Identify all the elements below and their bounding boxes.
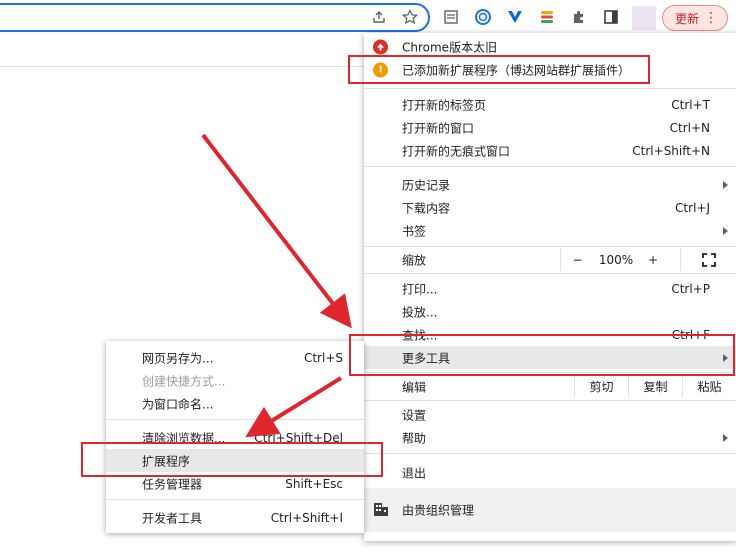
cut-button[interactable]: 剪切 bbox=[574, 375, 628, 398]
menu-divider bbox=[364, 453, 736, 454]
extensions-puzzle-icon[interactable] bbox=[568, 6, 590, 28]
menu-item-label: 退出 bbox=[402, 466, 427, 480]
paste-button[interactable]: 粘贴 bbox=[682, 375, 736, 398]
menu-item-downloads[interactable]: 下载内容 Ctrl+J bbox=[364, 196, 736, 219]
extension-circle-icon[interactable] bbox=[472, 6, 494, 28]
menu-divider bbox=[364, 400, 736, 401]
menu-item-managed[interactable]: 由贵组织管理 bbox=[364, 488, 736, 532]
profile-avatar[interactable] bbox=[632, 6, 656, 30]
annotation-arrow-more-tools bbox=[201, 133, 352, 329]
shortcut-label: Ctrl+T bbox=[671, 97, 710, 112]
submenu-divider bbox=[106, 499, 364, 500]
side-panel-icon[interactable] bbox=[600, 6, 622, 28]
submenu-arrow-icon bbox=[723, 180, 728, 189]
menu-item-print[interactable]: 打印... Ctrl+P bbox=[364, 277, 736, 300]
menu-item-label: 打开新的标签页 bbox=[402, 98, 487, 112]
more-tools-submenu: 网页另存为... Ctrl+S 创建快捷方式... 为窗口命名... 清除浏览数… bbox=[106, 341, 364, 533]
browser-toolbar: 更新 ⋮ bbox=[0, 0, 736, 36]
menu-item-label: 编辑 bbox=[402, 380, 427, 394]
zoom-in-label: + bbox=[647, 252, 659, 267]
paste-label: 粘贴 bbox=[697, 380, 722, 394]
copy-button[interactable]: 复制 bbox=[628, 375, 682, 398]
fullscreen-icon bbox=[701, 252, 716, 267]
menu-item-label: 由贵组织管理 bbox=[402, 503, 475, 518]
menu-item-edit: 编辑 剪切 复制 粘贴 bbox=[364, 375, 736, 398]
submenu-arrow-icon bbox=[723, 226, 728, 235]
menu-item-label: 下载内容 bbox=[402, 201, 451, 215]
menu-item-settings[interactable]: 设置 bbox=[364, 403, 736, 426]
reading-list-icon[interactable] bbox=[440, 6, 462, 28]
menu-item-label: Chrome版本太旧 bbox=[402, 40, 498, 54]
fullscreen-button[interactable] bbox=[680, 248, 736, 271]
submenu-item-label: 开发者工具 bbox=[142, 511, 203, 525]
menu-item-label: 帮助 bbox=[402, 431, 427, 445]
menu-item-label: 缩放 bbox=[402, 253, 427, 267]
share-icon[interactable] bbox=[368, 6, 390, 28]
submenu-item-create-shortcut: 创建快捷方式... bbox=[106, 369, 364, 392]
cut-label: 剪切 bbox=[589, 380, 614, 394]
zoom-in-button[interactable]: + bbox=[638, 248, 668, 271]
menu-item-new-tab[interactable]: 打开新的标签页 Ctrl+T bbox=[364, 93, 736, 116]
menu-item-label: 投放... bbox=[402, 305, 438, 319]
menu-item-exit[interactable]: 退出 bbox=[364, 461, 736, 484]
annotation-box-more-tools bbox=[349, 334, 735, 376]
building-icon bbox=[374, 503, 388, 516]
submenu-item-label: 为窗口命名... bbox=[142, 397, 214, 411]
menu-divider bbox=[364, 273, 736, 274]
submenu-item-label: 创建快捷方式... bbox=[142, 374, 226, 388]
update-label: 更新 bbox=[675, 11, 700, 26]
menu-item-label: 设置 bbox=[402, 408, 427, 422]
menu-divider bbox=[364, 88, 736, 89]
submenu-divider bbox=[106, 419, 364, 420]
menu-item-label: 书签 bbox=[402, 224, 427, 238]
zoom-value: 100% bbox=[598, 252, 634, 267]
annotation-box-extension-added bbox=[348, 55, 650, 84]
menu-item-bookmarks[interactable]: 书签 bbox=[364, 219, 736, 242]
update-menu-button[interactable]: 更新 ⋮ bbox=[662, 5, 728, 31]
menu-item-new-incognito[interactable]: 打开新的无痕式窗口 Ctrl+Shift+N bbox=[364, 139, 736, 162]
menu-item-history[interactable]: 历史记录 bbox=[364, 173, 736, 196]
menu-item-label: 打印... bbox=[402, 282, 438, 296]
bookmark-star-icon[interactable] bbox=[399, 6, 421, 28]
zoom-out-button[interactable]: − bbox=[560, 248, 594, 271]
submenu-item-save-page[interactable]: 网页另存为... Ctrl+S bbox=[106, 346, 364, 369]
shortcut-label: Ctrl+Shift+I bbox=[270, 510, 343, 525]
chrome-main-menu: Chrome版本太旧 ! 已添加新扩展程序（博达网站群扩展插件） 打开新的标签页… bbox=[364, 33, 736, 541]
shortcut-label: Ctrl+Shift+N bbox=[632, 143, 710, 158]
submenu-item-label: 任务管理器 bbox=[142, 477, 203, 491]
shortcut-label: Ctrl+S bbox=[303, 350, 343, 365]
update-arrow-icon bbox=[373, 39, 388, 54]
zoom-level: 100% bbox=[594, 248, 638, 271]
menu-item-label: 打开新的窗口 bbox=[402, 121, 475, 135]
shortcut-label: Ctrl+N bbox=[669, 120, 710, 135]
menu-item-cast[interactable]: 投放... bbox=[364, 300, 736, 323]
zoom-out-label: − bbox=[572, 252, 583, 267]
menu-divider bbox=[364, 246, 736, 247]
shortcut-label: Ctrl+P bbox=[671, 281, 710, 296]
submenu-item-name-window[interactable]: 为窗口命名... bbox=[106, 392, 364, 415]
copy-label: 复制 bbox=[643, 380, 668, 394]
extension-v-icon[interactable] bbox=[504, 6, 526, 28]
submenu-item-label: 网页另存为... bbox=[142, 351, 214, 365]
menu-divider bbox=[364, 166, 736, 167]
more-vert-icon: ⋮ bbox=[704, 10, 718, 26]
menu-item-new-window[interactable]: 打开新的窗口 Ctrl+N bbox=[364, 116, 736, 139]
menu-item-label: 历史记录 bbox=[402, 178, 451, 192]
menu-item-help[interactable]: 帮助 bbox=[364, 426, 736, 449]
toolbar-divider bbox=[0, 66, 364, 67]
address-bar[interactable] bbox=[0, 3, 430, 32]
menu-item-zoom: 缩放 − 100% + bbox=[364, 248, 736, 271]
extension-stack-icon[interactable] bbox=[536, 6, 558, 28]
submenu-arrow-icon bbox=[723, 433, 728, 442]
menu-item-label: 打开新的无痕式窗口 bbox=[402, 144, 511, 158]
shortcut-label: Ctrl+J bbox=[675, 200, 710, 215]
shortcut-label: Shift+Esc bbox=[285, 476, 343, 491]
annotation-box-extensions bbox=[81, 442, 383, 477]
submenu-item-dev-tools[interactable]: 开发者工具 Ctrl+Shift+I bbox=[106, 506, 364, 529]
